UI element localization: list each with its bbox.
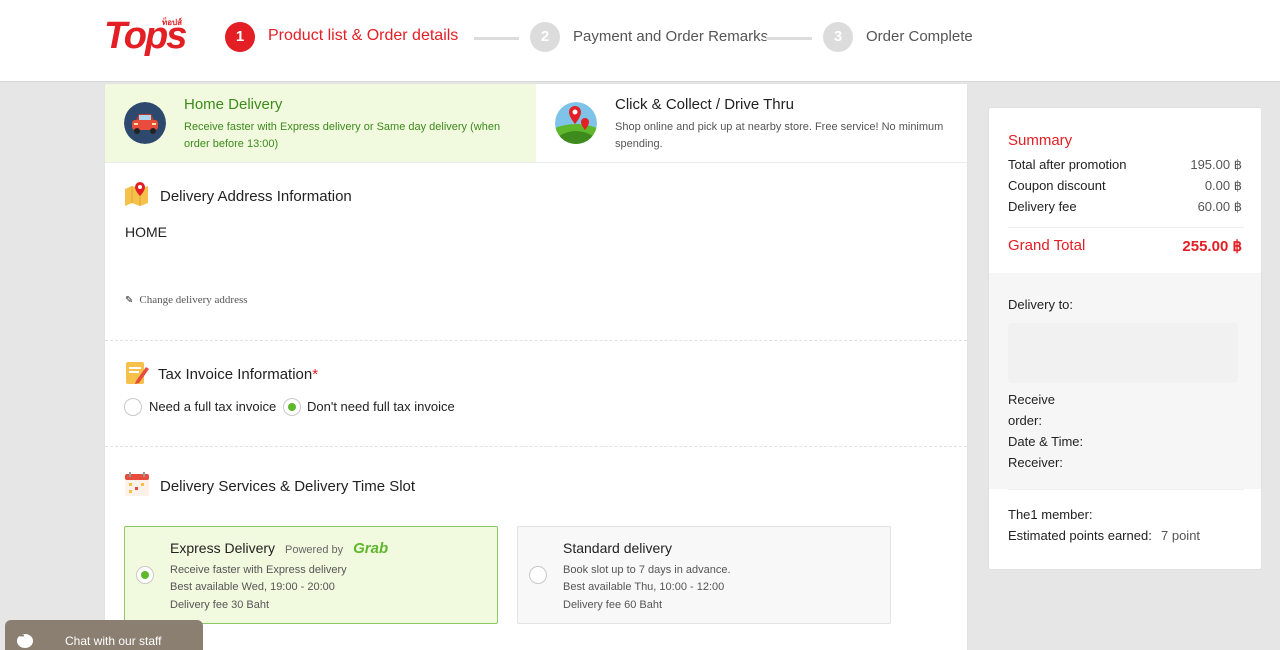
delivery-address-placeholder <box>1008 323 1238 383</box>
divider <box>105 340 967 341</box>
summary-divider <box>1008 489 1244 490</box>
document-pencil-icon <box>126 362 149 384</box>
grand-total-value: 255.00 ฿ <box>1182 238 1242 255</box>
express-delivery-title: Express Delivery <box>170 540 276 556</box>
required-mark: * <box>312 366 319 383</box>
logo-thai-text: ท็อปส์ <box>161 18 182 27</box>
express-delivery-card[interactable]: Express Delivery Powered by Grab Receive f… <box>124 526 498 624</box>
total-after-promotion-label: Total after promotion <box>1008 157 1127 172</box>
order-summary-panel: Summary Total after promotion 195.00 ฿ C… <box>988 107 1262 570</box>
chat-with-staff-button[interactable]: Chat with our staff <box>5 620 203 650</box>
summary-divider <box>1008 227 1244 228</box>
full-tax-invoice-radio[interactable] <box>124 398 142 416</box>
home-delivery-option[interactable]: Home Delivery Receive faster with Expres… <box>105 84 536 162</box>
click-collect-desc: Shop online and pick up at nearby store.… <box>615 121 944 150</box>
receive-order-label: Receive <box>1008 392 1055 407</box>
step-connector <box>766 37 812 40</box>
step-connector <box>474 37 519 40</box>
tax-section-title: Tax Invoice Information* <box>158 366 318 383</box>
no-tax-invoice-label[interactable]: Don't need full tax invoice <box>307 399 455 414</box>
step-2-label: Payment and Order Remarks <box>573 28 769 45</box>
points-earned-value: 7 point <box>1161 528 1201 543</box>
grand-total-label: Grand Total <box>1008 237 1086 254</box>
map-pin-icon <box>555 102 597 144</box>
tax-title-text: Tax Invoice Information <box>158 366 313 383</box>
grab-logo: Grab <box>353 540 389 557</box>
no-tax-invoice-radio[interactable] <box>283 398 301 416</box>
tops-logo[interactable]: Tops ท็อปส์ <box>104 16 187 58</box>
click-collect-title: Click & Collect / Drive Thru <box>615 96 794 113</box>
change-address-label: Change delivery address <box>139 294 248 306</box>
standard-line-3: Delivery fee 60 Baht <box>563 599 663 611</box>
express-delivery-radio[interactable] <box>136 566 154 584</box>
receiver-label: Receiver: <box>1008 455 1063 470</box>
step-1-number: 1 <box>225 22 255 52</box>
total-after-promotion-value: 195.00 ฿ <box>1190 157 1242 172</box>
address-name: HOME <box>125 224 167 240</box>
standard-line-1: Book slot up to 7 days in advance. <box>563 564 731 576</box>
standard-delivery-card[interactable]: Standard delivery Book slot up to 7 days… <box>517 526 891 624</box>
step-1-label: Product list & Order details <box>268 27 459 44</box>
full-tax-invoice-label[interactable]: Need a full tax invoice <box>149 399 276 414</box>
calendar-icon <box>125 472 149 496</box>
date-time-label: Date & Time: <box>1008 434 1084 449</box>
delivery-fee-value: 60.00 ฿ <box>1197 199 1242 214</box>
step-3-label: Order Complete <box>866 28 973 45</box>
click-collect-option[interactable]: Click & Collect / Drive Thru Shop online… <box>536 84 967 162</box>
header: Tops ท็อปส์ 1 Product list & Order detai… <box>0 0 1280 82</box>
delivery-info-block: Delivery to: Receive order: Date & Time:… <box>989 273 1261 489</box>
summary-title: Summary <box>1008 132 1073 149</box>
chat-bubble-icon <box>17 633 33 648</box>
services-section-title: Delivery Services & Delivery Time Slot <box>160 478 416 495</box>
map-location-icon <box>125 182 148 206</box>
divider <box>105 162 967 163</box>
coupon-discount-label: Coupon discount <box>1008 178 1106 193</box>
car-icon <box>124 102 166 144</box>
address-section-title: Delivery Address Information <box>160 188 352 205</box>
step-3-number: 3 <box>823 22 853 52</box>
express-delivery-title-row: Express Delivery Powered by Grab <box>170 540 388 557</box>
divider <box>105 446 967 447</box>
order-details-panel: Home Delivery Receive faster with Expres… <box>104 83 968 650</box>
standard-delivery-radio[interactable] <box>529 566 547 584</box>
delivery-to-label: Delivery to: <box>1008 297 1074 312</box>
home-delivery-desc: Receive faster with Express delivery or … <box>184 121 501 150</box>
chat-label: Chat with our staff <box>65 634 162 648</box>
receive-order-label-2: order: <box>1008 413 1042 428</box>
step-2-number: 2 <box>530 22 560 52</box>
the1-member-label: The1 member: <box>1008 507 1093 522</box>
delivery-fee-label: Delivery fee <box>1008 199 1077 214</box>
change-address-link[interactable]: ✎ Change delivery address <box>125 294 248 306</box>
coupon-discount-value: 0.00 ฿ <box>1204 178 1242 193</box>
standard-line-2: Best available Thu, 10:00 - 12:00 <box>563 581 725 593</box>
express-line-1: Receive faster with Express delivery <box>170 564 347 576</box>
powered-by-label: Powered by <box>285 544 344 556</box>
points-earned-label: Estimated points earned: <box>1008 528 1152 543</box>
pencil-icon: ✎ <box>125 295 134 306</box>
home-delivery-title: Home Delivery <box>184 96 283 113</box>
standard-delivery-title: Standard delivery <box>563 540 672 556</box>
express-line-2: Best available Wed, 19:00 - 20:00 <box>170 581 335 593</box>
express-line-3: Delivery fee 30 Baht <box>170 599 270 611</box>
